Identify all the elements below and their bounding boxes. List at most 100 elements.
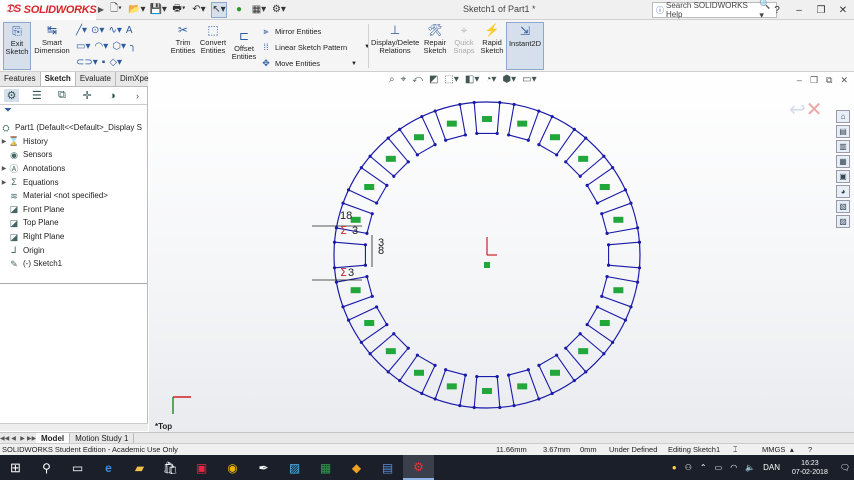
trim-entities-button[interactable]: ✂ Trim Entities: [170, 22, 196, 55]
coincident-relation-icon[interactable]: [350, 287, 361, 294]
volume-icon[interactable]: 🔈: [741, 463, 759, 472]
coincident-relation-icon[interactable]: [578, 348, 589, 355]
sketch-canvas[interactable]: 183383ΣΣ: [149, 72, 854, 432]
sketch-point[interactable]: [420, 114, 424, 119]
sketch-point[interactable]: [584, 370, 588, 374]
sketch-point[interactable]: [637, 266, 642, 270]
clock[interactable]: 16:23 07-02-2018: [784, 459, 836, 477]
sketch-point[interactable]: [365, 231, 369, 235]
display-delete-relations-button[interactable]: ⊥ Display/Delete Relations: [371, 22, 419, 55]
forum-icon[interactable]: ▨: [836, 215, 850, 228]
sketch-point[interactable]: [370, 212, 374, 216]
arc-icon[interactable]: ◠▾: [94, 41, 108, 52]
design-library-icon[interactable]: ▥: [836, 140, 850, 153]
sketch-point[interactable]: [341, 305, 345, 309]
tree-item-annotations[interactable]: ▶ Ⓐ Annotations: [0, 162, 147, 176]
rapid-sketch-button[interactable]: ⚡ Rapid Sketch: [479, 22, 505, 55]
sketch-point[interactable]: [458, 403, 462, 408]
sketch-point[interactable]: [495, 374, 499, 379]
select-icon[interactable]: ↖▾: [210, 1, 227, 18]
coincident-relation-icon[interactable]: [414, 369, 424, 376]
sketch-point[interactable]: [406, 160, 410, 164]
sketch-point[interactable]: [564, 160, 568, 164]
sketch-slot[interactable]: [334, 241, 366, 269]
store-icon[interactable]: 🛍: [155, 455, 186, 480]
tree-root-part[interactable]: ⛭ Part1 (Default<<Default>_Display S: [0, 121, 147, 135]
prev-tab-icon[interactable]: ◀: [9, 435, 18, 442]
tooltip-toggle-icon[interactable]: ?: [808, 445, 812, 454]
language-indicator[interactable]: DAN: [759, 463, 784, 472]
sketch-point[interactable]: [623, 188, 628, 192]
origin-relation-icon[interactable]: [484, 262, 490, 268]
sketch-point[interactable]: [585, 183, 589, 187]
sketch-point[interactable]: [458, 102, 462, 107]
sketch-point[interactable]: [334, 226, 339, 230]
notifications-icon[interactable]: 🗨: [836, 463, 854, 472]
property-manager-tab-icon[interactable]: ☰: [29, 89, 44, 102]
rebuild-status-icon[interactable]: ⌶: [733, 445, 738, 455]
excel-icon[interactable]: ▦: [310, 455, 341, 480]
expand-arrow-icon[interactable]: ▶: [0, 138, 8, 145]
home-icon[interactable]: ⌂: [836, 110, 850, 123]
polygon-icon[interactable]: ⬡▾: [112, 41, 126, 52]
task-view-icon[interactable]: ▭: [62, 455, 93, 480]
sketch-point[interactable]: [637, 240, 642, 244]
tree-item-top-plane[interactable]: ◪ Top Plane: [0, 216, 147, 230]
configuration-manager-tab-icon[interactable]: ⧉: [54, 89, 69, 102]
coincident-relation-icon[interactable]: [385, 155, 396, 162]
point-icon[interactable]: ▪: [102, 57, 106, 68]
help-tray-icon[interactable]: ●: [668, 463, 681, 472]
coincident-relation-icon[interactable]: [446, 383, 457, 390]
sketch-point[interactable]: [433, 363, 437, 367]
coincident-relation-icon[interactable]: [364, 184, 375, 190]
options-gear-icon[interactable]: ⚙▾: [271, 2, 287, 18]
sketch-point[interactable]: [635, 226, 640, 230]
sketch-point[interactable]: [537, 109, 541, 113]
sketch-point[interactable]: [363, 263, 368, 267]
first-tab-icon[interactable]: ◀◀: [0, 435, 9, 442]
coincident-relation-icon[interactable]: [578, 155, 589, 162]
feature-manager-tab-icon[interactable]: ⚙: [4, 89, 20, 102]
sketch-point[interactable]: [600, 212, 604, 216]
smart-dimension-button[interactable]: ↹ Smart Dimension: [33, 22, 71, 55]
sketch-point[interactable]: [386, 136, 390, 140]
rectangle-icon[interactable]: ▭▾: [76, 41, 90, 52]
resources-icon[interactable]: ▤: [836, 125, 850, 138]
app-launcher-icon[interactable]: ◆: [341, 455, 372, 480]
fillet-icon[interactable]: ╮: [130, 41, 136, 52]
sketch-point[interactable]: [600, 294, 604, 298]
sketch-point[interactable]: [605, 231, 609, 235]
tree-item-equations[interactable]: ▶ Σ Equations: [0, 175, 147, 189]
coincident-relation-icon[interactable]: [613, 287, 624, 294]
sketch-point[interactable]: [341, 201, 345, 205]
save-icon[interactable]: 💾▾: [149, 2, 166, 18]
sketch-point[interactable]: [602, 352, 606, 356]
sketch-point[interactable]: [507, 133, 511, 137]
view-palette-icon[interactable]: ▣: [836, 170, 850, 183]
rebuild-icon[interactable]: ●: [231, 2, 247, 18]
sketch-point[interactable]: [512, 403, 516, 408]
units-selector[interactable]: MMGS: [762, 445, 785, 454]
dimension-label[interactable]: 3: [352, 225, 358, 237]
solidworks-logo[interactable]: 𝔇S SOLIDWORKS: [0, 0, 97, 20]
tab-features[interactable]: Features: [0, 72, 41, 86]
sketch-point[interactable]: [550, 391, 554, 396]
sketch-point[interactable]: [578, 174, 582, 178]
people-icon[interactable]: ⚇: [681, 463, 696, 472]
open-icon[interactable]: 📂▾: [128, 2, 145, 18]
coincident-relation-icon[interactable]: [599, 320, 610, 326]
dimension-label[interactable]: 18: [340, 210, 352, 222]
minimize-button[interactable]: –: [788, 5, 810, 16]
file-explorer-icon[interactable]: ▦: [836, 155, 850, 168]
edge-browser-icon[interactable]: e: [93, 455, 124, 480]
sketch-point[interactable]: [444, 138, 448, 142]
sketch-point[interactable]: [385, 183, 389, 187]
sketch-point[interactable]: [595, 201, 599, 205]
coincident-relation-icon[interactable]: [364, 320, 375, 326]
restore-button[interactable]: ❐: [810, 5, 832, 16]
sketch-point[interactable]: [555, 153, 559, 157]
tab-evaluate[interactable]: Evaluate: [76, 72, 116, 86]
text-icon[interactable]: A: [126, 25, 133, 36]
sketch-point[interactable]: [602, 154, 606, 158]
sketch-point[interactable]: [463, 373, 467, 377]
